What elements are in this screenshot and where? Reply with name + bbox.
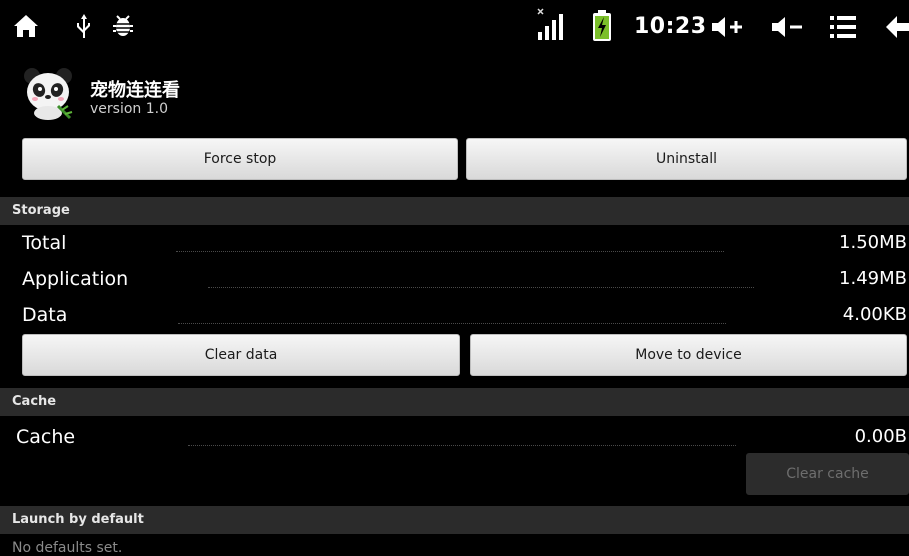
storage-row-total: Total 1.50MB xyxy=(0,230,909,260)
dotted-leader xyxy=(188,445,736,446)
cache-label: Cache xyxy=(16,426,76,448)
clock: 10:23 xyxy=(634,14,707,39)
menu-icon[interactable] xyxy=(830,16,856,38)
storage-row-label: Data xyxy=(22,304,68,326)
cache-row: Cache 0.00B xyxy=(0,424,909,454)
app-header: 宠物连连看 version 1.0 xyxy=(0,62,909,134)
usb-icon xyxy=(77,14,90,38)
panda-icon xyxy=(24,68,73,120)
storage-row-application: Application 1.49MB xyxy=(0,266,909,296)
storage-row-label: Total xyxy=(22,232,67,254)
storage-row-value: 4.00KB xyxy=(842,304,907,325)
clear-cache-button[interactable]: Clear cache xyxy=(746,453,909,495)
force-stop-button[interactable]: Force stop xyxy=(22,138,458,180)
status-bar: 10:23 xyxy=(0,0,909,54)
back-icon[interactable] xyxy=(884,14,909,40)
app-name: 宠物连连看 xyxy=(90,80,180,101)
storage-row-value: 1.50MB xyxy=(839,232,907,253)
move-to-device-button[interactable]: Move to device xyxy=(470,334,907,376)
clear-data-button[interactable]: Clear data xyxy=(22,334,460,376)
android-debug-icon xyxy=(113,15,133,36)
battery-charging-icon xyxy=(593,10,611,41)
app-version: version 1.0 xyxy=(90,101,168,117)
storage-row-value: 1.49MB xyxy=(839,268,907,289)
storage-row-label: Application xyxy=(22,268,129,290)
storage-section-header: Storage xyxy=(0,197,909,225)
dotted-leader xyxy=(176,251,724,252)
cache-section-header: Cache xyxy=(0,388,909,416)
volume-down-icon[interactable] xyxy=(770,14,806,40)
uninstall-button[interactable]: Uninstall xyxy=(466,138,907,180)
storage-row-data: Data 4.00KB xyxy=(0,302,909,332)
home-icon xyxy=(14,15,38,37)
signal-icon xyxy=(537,8,563,40)
dotted-leader xyxy=(208,287,754,288)
dotted-leader xyxy=(178,323,726,324)
launch-default-section-header: Launch by default xyxy=(0,506,909,534)
cache-value: 0.00B xyxy=(854,426,907,447)
no-defaults-text: No defaults set. xyxy=(12,540,123,556)
volume-up-icon[interactable] xyxy=(710,14,746,40)
